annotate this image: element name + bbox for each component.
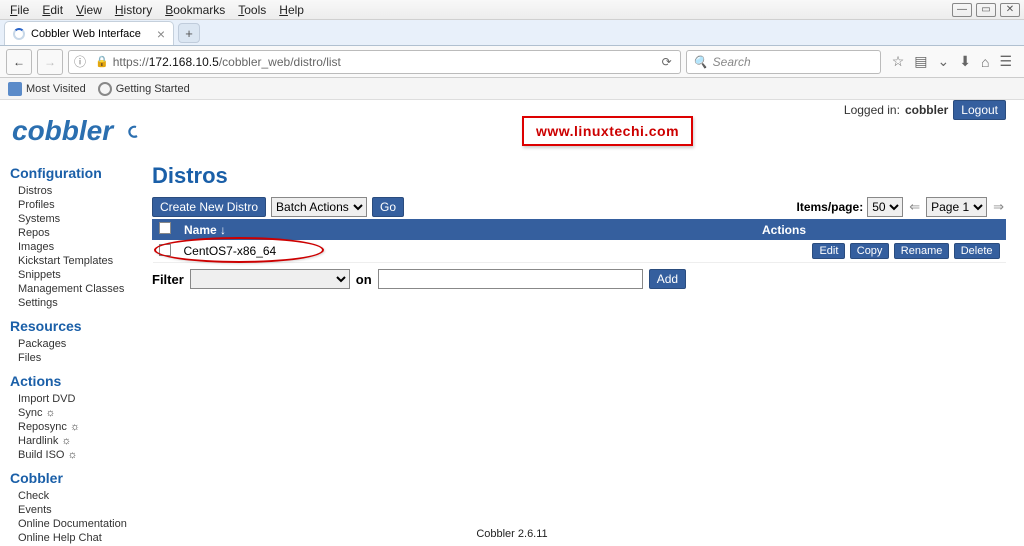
- new-tab-button[interactable]: +: [178, 23, 200, 43]
- edit-button[interactable]: Edit: [812, 243, 845, 259]
- rename-button[interactable]: Rename: [894, 243, 950, 259]
- sidebar-item-systems[interactable]: Systems: [10, 212, 142, 226]
- add-filter-button[interactable]: Add: [649, 269, 686, 289]
- sidebar-item-events[interactable]: Events: [10, 503, 142, 517]
- sidebar-item-sync[interactable]: Sync ☼: [10, 406, 142, 420]
- sidebar-heading-cobbler: Cobbler: [10, 470, 142, 486]
- page-title: Distros: [152, 163, 1006, 189]
- logout-button[interactable]: Logout: [953, 100, 1006, 120]
- home-icon[interactable]: ⌂: [981, 54, 989, 70]
- copy-button[interactable]: Copy: [850, 243, 890, 259]
- sidebar-item-build-iso[interactable]: Build ISO ☼: [10, 448, 142, 462]
- sidebar-item-import-dvd[interactable]: Import DVD: [10, 392, 142, 406]
- window-close-icon[interactable]: ✕: [1000, 3, 1020, 17]
- column-name[interactable]: Name ↓: [178, 220, 756, 240]
- menu-history[interactable]: History: [109, 1, 158, 19]
- filter-field-select[interactable]: [190, 269, 350, 289]
- sidebar-item-management-classes[interactable]: Management Classes: [10, 282, 142, 296]
- url-text: https://172.168.10.5/cobbler_web/distro/…: [113, 55, 341, 69]
- sidebar-item-check[interactable]: Check: [10, 489, 142, 503]
- menu-file[interactable]: File: [4, 1, 35, 19]
- cobbler-logo: cobbler: [12, 114, 142, 153]
- sidebar-item-profiles[interactable]: Profiles: [10, 198, 142, 212]
- distro-name-cell[interactable]: CentOS7-x86_64: [178, 240, 756, 263]
- create-distro-button[interactable]: Create New Distro: [152, 197, 266, 217]
- bookmark-getting-started[interactable]: Getting Started: [98, 82, 190, 96]
- sidebar-item-distros[interactable]: Distros: [10, 184, 142, 198]
- filter-on-label: on: [356, 272, 372, 287]
- filter-value-input[interactable]: [378, 269, 643, 289]
- menu-view[interactable]: View: [70, 1, 108, 19]
- filter-label: Filter: [152, 272, 184, 287]
- pager: Items/page: 50 ⇐ Page 1 ⇒: [797, 197, 1007, 217]
- menu-help[interactable]: Help: [273, 1, 310, 19]
- globe-icon: [98, 82, 112, 96]
- distro-table: Name ↓ Actions CentOS7-x86_64 Edit Copy …: [152, 219, 1006, 263]
- url-bar[interactable]: ⓘ 🔒 https://172.168.10.5/cobbler_web/dis…: [68, 50, 681, 74]
- sidebar: cobbler Configuration DistrosProfilesSyst…: [0, 100, 152, 546]
- search-box[interactable]: 🔍 Search: [686, 50, 881, 74]
- batch-actions-select[interactable]: Batch Actions: [271, 197, 367, 217]
- sidebar-heading-configuration: Configuration: [10, 165, 142, 181]
- back-button[interactable]: ←: [6, 49, 32, 75]
- watermark-overlay: www.linuxtechi.com: [522, 116, 693, 146]
- login-status: Logged in: cobbler Logout: [844, 100, 1006, 120]
- library-icon[interactable]: ▤: [914, 53, 927, 70]
- menu-bookmarks[interactable]: Bookmarks: [159, 1, 231, 19]
- tab-close-icon[interactable]: ×: [157, 26, 165, 42]
- loading-spinner-icon: [13, 28, 25, 40]
- svg-text:cobbler: cobbler: [12, 115, 115, 146]
- sidebar-item-repos[interactable]: Repos: [10, 226, 142, 240]
- browser-tabbar: Cobbler Web Interface × +: [0, 20, 1024, 46]
- menu-edit[interactable]: Edit: [36, 1, 69, 19]
- sidebar-item-reposync[interactable]: Reposync ☼: [10, 420, 142, 434]
- sidebar-item-files[interactable]: Files: [10, 351, 142, 365]
- menu-tools[interactable]: Tools: [232, 1, 272, 19]
- items-per-page-select[interactable]: 50: [867, 197, 903, 217]
- window-restore-icon[interactable]: ▭: [976, 3, 996, 17]
- sidebar-item-hardlink[interactable]: Hardlink ☼: [10, 434, 142, 448]
- prev-page-icon[interactable]: ⇐: [907, 199, 922, 215]
- tab-title: Cobbler Web Interface: [31, 28, 141, 40]
- page-select[interactable]: Page 1: [926, 197, 987, 217]
- table-row: CentOS7-x86_64 Edit Copy Rename Delete: [153, 240, 1006, 263]
- main-content: Logged in: cobbler Logout www.linuxtechi…: [152, 100, 1024, 546]
- sidebar-item-kickstart-templates[interactable]: Kickstart Templates: [10, 254, 142, 268]
- row-checkbox[interactable]: [159, 244, 171, 256]
- column-actions: Actions: [756, 220, 1006, 240]
- filter-row: Filter on Add: [152, 269, 1006, 289]
- search-placeholder: Search: [713, 55, 751, 69]
- site-info-icon[interactable]: ⓘ: [69, 53, 91, 70]
- sidebar-heading-resources: Resources: [10, 318, 142, 334]
- downloads-icon[interactable]: ⬇: [959, 53, 971, 70]
- go-button[interactable]: Go: [372, 197, 404, 217]
- window-minimize-icon[interactable]: —: [952, 3, 972, 17]
- sidebar-item-settings[interactable]: Settings: [10, 296, 142, 310]
- browser-menubar: File Edit View History Bookmarks Tools H…: [0, 0, 1024, 20]
- sidebar-item-packages[interactable]: Packages: [10, 337, 142, 351]
- delete-button[interactable]: Delete: [954, 243, 1000, 259]
- select-all-header[interactable]: [153, 220, 178, 240]
- sidebar-heading-actions: Actions: [10, 373, 142, 389]
- logged-in-user: cobbler: [905, 103, 948, 117]
- pocket-icon[interactable]: ⌄: [938, 53, 950, 70]
- checkbox-icon[interactable]: [159, 222, 171, 234]
- browser-toolbar: ← → ⓘ 🔒 https://172.168.10.5/cobbler_web…: [0, 46, 1024, 78]
- items-per-page-label: Items/page:: [797, 200, 864, 214]
- bookmark-most-visited[interactable]: Most Visited: [8, 82, 86, 96]
- footer-version: Cobbler 2.6.11: [0, 528, 1024, 540]
- forward-button: →: [37, 49, 63, 75]
- sidebar-item-snippets[interactable]: Snippets: [10, 268, 142, 282]
- next-page-icon[interactable]: ⇒: [991, 199, 1006, 215]
- refresh-icon[interactable]: ⟳: [654, 55, 680, 69]
- hamburger-menu-icon[interactable]: ☰: [999, 53, 1012, 70]
- sidebar-item-images[interactable]: Images: [10, 240, 142, 254]
- search-icon: 🔍: [693, 55, 708, 69]
- bookmark-folder-icon: [8, 82, 22, 96]
- lock-icon: 🔒: [91, 55, 113, 68]
- bookmarks-bar: Most Visited Getting Started: [0, 78, 1024, 100]
- bookmark-star-icon[interactable]: ☆: [892, 53, 905, 70]
- browser-tab[interactable]: Cobbler Web Interface ×: [4, 21, 174, 45]
